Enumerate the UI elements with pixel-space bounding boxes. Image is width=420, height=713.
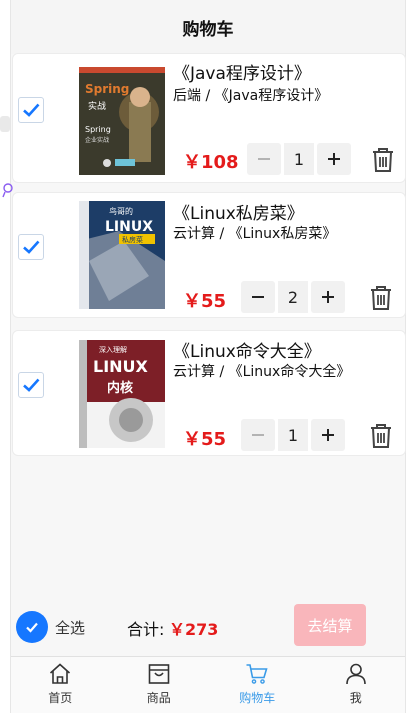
shop-bag-icon bbox=[148, 664, 170, 684]
quantity-stepper: 1 bbox=[241, 419, 345, 451]
tab-label: 购物车 bbox=[239, 691, 276, 705]
svg-text:实战: 实战 bbox=[88, 100, 106, 112]
cart-icon bbox=[246, 664, 268, 684]
decrease-button[interactable] bbox=[241, 419, 275, 451]
delete-button[interactable] bbox=[369, 423, 393, 449]
decrease-button[interactable] bbox=[247, 143, 281, 175]
svg-text:Spring: Spring bbox=[85, 82, 129, 96]
svg-text:鸟哥的: 鸟哥的 bbox=[109, 206, 133, 216]
select-all-label[interactable]: 全选 bbox=[55, 617, 85, 638]
book-cover-image: Spring 实战 Spring 企业实战 bbox=[79, 67, 165, 175]
check-icon bbox=[23, 378, 40, 392]
delete-button[interactable] bbox=[371, 147, 395, 173]
delete-button[interactable] bbox=[369, 285, 393, 311]
decrease-button[interactable] bbox=[241, 281, 275, 313]
total-value: ￥273 bbox=[169, 620, 219, 639]
check-icon bbox=[23, 240, 40, 254]
plus-icon bbox=[328, 153, 340, 165]
bottom-tab-bar: 首页 商品 购物车 我 bbox=[11, 656, 405, 713]
svg-text:LINUX: LINUX bbox=[105, 219, 153, 235]
svg-text:Spring: Spring bbox=[85, 125, 111, 134]
tab-label: 商品 bbox=[146, 691, 171, 705]
page-title: 购物车 bbox=[11, 0, 405, 54]
cart-item: Spring 实战 Spring 企业实战 《Java程序设计》 后端 / 《J… bbox=[12, 53, 406, 183]
quantity-stepper: 2 bbox=[241, 281, 345, 313]
minus-icon bbox=[258, 158, 270, 160]
minus-icon bbox=[252, 434, 264, 436]
total-label: 合计: bbox=[127, 620, 165, 639]
cart-item: 深入理解 LINUX 内核 《Linux命令大全》 云计算 / 《Linux命令… bbox=[12, 330, 406, 456]
tab-label: 首页 bbox=[48, 691, 73, 705]
checkout-button[interactable]: 去结算 bbox=[294, 604, 366, 646]
increase-button[interactable] bbox=[311, 419, 345, 451]
home-icon bbox=[50, 663, 71, 684]
svg-text:企业实战: 企业实战 bbox=[85, 136, 109, 144]
trash-icon bbox=[371, 286, 391, 310]
select-all-checkbox[interactable] bbox=[16, 611, 48, 643]
item-price: ￥55 bbox=[183, 429, 227, 450]
page-title-text: 购物车 bbox=[182, 19, 234, 40]
checkout-bar: 全选 合计: ￥273 去结算 bbox=[11, 598, 405, 654]
cart-item: 鸟哥的 LINUX 私房菜 《Linux私房菜》 云计算 / 《Linux私房菜… bbox=[12, 192, 406, 318]
tab-label: 我 bbox=[349, 691, 362, 705]
item-price: ￥108 bbox=[183, 152, 239, 173]
edge-decoration-icon bbox=[2, 183, 13, 198]
quantity-stepper: 1 bbox=[247, 143, 351, 175]
tab-me[interactable]: 我 bbox=[307, 657, 406, 713]
increase-button[interactable] bbox=[311, 281, 345, 313]
plus-icon bbox=[322, 429, 334, 441]
item-checkbox[interactable] bbox=[18, 97, 44, 123]
page-frame: 购物车 Spring 实战 Spring 企业实战 《Java程序设计》 后端 … bbox=[10, 0, 406, 713]
item-title[interactable]: 《Linux命令大全》 bbox=[173, 337, 321, 362]
svg-text:内核: 内核 bbox=[107, 380, 133, 396]
increase-button[interactable] bbox=[317, 143, 351, 175]
svg-text:私房菜: 私房菜 bbox=[122, 235, 143, 244]
quantity-value[interactable]: 1 bbox=[278, 419, 308, 451]
svg-text:LINUX: LINUX bbox=[93, 357, 149, 376]
edge-decoration-icon bbox=[0, 116, 10, 132]
trash-icon bbox=[371, 424, 391, 448]
tab-products[interactable]: 商品 bbox=[110, 657, 209, 713]
book-cover-image: 深入理解 LINUX 内核 bbox=[79, 340, 165, 448]
item-category: 后端 / 《Java程序设计》 bbox=[173, 88, 329, 104]
item-checkbox[interactable] bbox=[18, 372, 44, 398]
tab-home[interactable]: 首页 bbox=[11, 657, 110, 713]
trash-icon bbox=[373, 148, 393, 172]
tab-cart[interactable]: 购物车 bbox=[208, 657, 307, 713]
item-title[interactable]: 《Java程序设计》 bbox=[173, 59, 311, 84]
svg-text:深入理解: 深入理解 bbox=[99, 345, 127, 354]
item-checkbox[interactable] bbox=[18, 234, 44, 260]
quantity-value[interactable]: 2 bbox=[278, 281, 308, 313]
item-price: ￥55 bbox=[183, 291, 227, 312]
item-category: 云计算 / 《Linux私房菜》 bbox=[173, 226, 337, 242]
item-category: 云计算 / 《Linux命令大全》 bbox=[173, 364, 351, 380]
item-title[interactable]: 《Linux私房菜》 bbox=[173, 199, 304, 224]
book-cover-image: 鸟哥的 LINUX 私房菜 bbox=[79, 201, 165, 309]
check-icon bbox=[23, 103, 40, 117]
minus-icon bbox=[252, 296, 264, 298]
quantity-value[interactable]: 1 bbox=[284, 143, 314, 175]
plus-icon bbox=[322, 291, 334, 303]
check-icon bbox=[26, 622, 38, 633]
user-icon bbox=[345, 663, 366, 685]
